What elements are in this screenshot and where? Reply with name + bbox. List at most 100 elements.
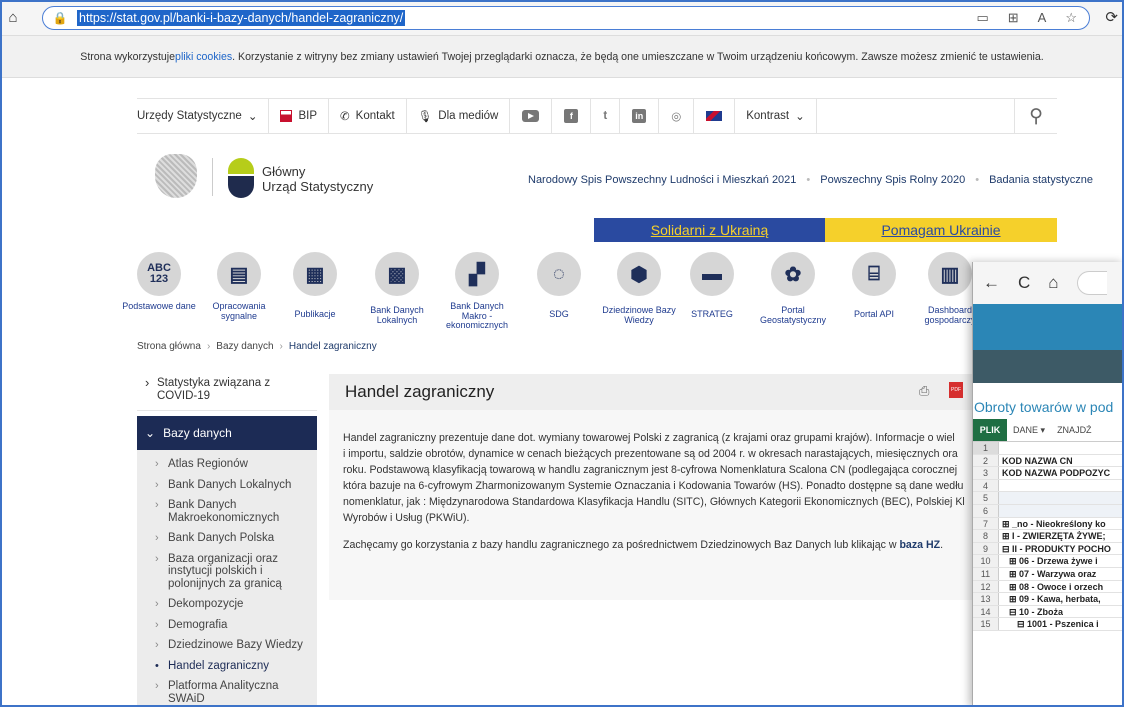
tile-dziedzinowe-bazy[interactable]: ⬢ Dziedzinowe Bazy Wiedzy <box>599 252 679 325</box>
eagle-emblem-icon[interactable] <box>155 154 197 198</box>
linkedin-link[interactable]: in <box>620 99 660 133</box>
header-link-nsp[interactable]: Narodowy Spis Powszechny Ludności i Mies… <box>528 174 796 186</box>
media-link[interactable]: 🎙 Dla mediów <box>407 99 511 133</box>
tile-opracowania-sygnalne[interactable]: ▤ Opracowania sygnalne <box>199 252 279 321</box>
header-link-badania[interactable]: Badania statystyczne <box>989 174 1093 186</box>
content-line: która bazuje na 6-cyfrowym Zharmonizowan… <box>343 480 964 492</box>
tile-portal-api[interactable]: ⌸ Portal API <box>834 252 914 320</box>
sidebar-item-atlas-regionow[interactable]: Atlas Regionów <box>137 454 317 475</box>
home-icon[interactable]: ⌂ <box>1048 273 1058 293</box>
table-row[interactable]: 11 ⊞ 07 - Warzywa oraz <box>973 567 1124 581</box>
table-row: 6 <box>973 504 1124 518</box>
pdf-icon[interactable]: PDF <box>949 382 963 398</box>
sidebar-item-bdm[interactable]: Bank Danych Makroekonomicznych <box>137 495 317 528</box>
hexagon-icon: ⬢ <box>617 252 661 296</box>
para2-text: Zachęcamy go korzystania z bazy handlu z… <box>343 539 900 551</box>
youtube-link[interactable] <box>510 99 553 133</box>
secondary-address-bar[interactable] <box>1076 271 1107 295</box>
urzedy-label: Urzędy Statystyczne <box>137 110 242 122</box>
print-icon[interactable]: ⎙ <box>919 383 929 399</box>
sidebar-item-baza-organizacji[interactable]: Baza organizacji oraz instytucji polskic… <box>137 549 317 595</box>
sidebar-item-demografia[interactable]: Demografia <box>137 615 317 636</box>
tile-strateg[interactable]: ▬ STRATEG <box>672 252 752 320</box>
instagram-icon: ◎ <box>671 111 682 123</box>
address-bar[interactable]: 🔒 https://stat.gov.pl/banki-i-bazy-danyc… <box>42 6 1090 30</box>
sidebar-section-bazy-danych[interactable]: ⌄ Bazy danych <box>137 416 317 450</box>
tile-bank-danych-lokalnych[interactable]: ▩ Bank Danych Lokalnych <box>357 252 437 325</box>
menu-znajdz[interactable]: ZNAJDŹ <box>1051 419 1098 441</box>
sidebar-item-bdp[interactable]: Bank Danych Polska <box>137 528 317 549</box>
menu-dane[interactable]: DANE ▾ <box>1007 419 1051 441</box>
menu-plik[interactable]: PLIK <box>973 419 1007 441</box>
tile-portal-geostatystyczny[interactable]: ✿ Portal Geostatystyczny <box>753 252 833 325</box>
tile-sdg[interactable]: ◌ SDG <box>519 252 599 320</box>
content-line: nomenklatur, jak : Międzynarodowa Standa… <box>343 496 965 508</box>
twitter-link[interactable]: t <box>591 99 621 133</box>
sidebar-item-dekompozycje[interactable]: Dekompozycje <box>137 594 317 615</box>
kontakt-label: Kontakt <box>355 110 395 122</box>
breadcrumb-bazy-danych[interactable]: Bazy danych <box>216 341 273 352</box>
spreadsheet-menu: PLIK DANE ▾ ZNAJDŹ <box>973 419 1124 441</box>
kontakt-link[interactable]: ✆ Kontakt <box>329 99 407 133</box>
home-icon[interactable]: ⌂ <box>2 9 24 26</box>
table-row[interactable]: 10 ⊞ 06 - Drzewa żywe i <box>973 555 1124 568</box>
search-button[interactable]: ⚲ <box>1014 99 1057 133</box>
breadcrumb-home[interactable]: Strona główna <box>137 341 201 352</box>
sidebar-item-handel-zagraniczny[interactable]: Handel zagraniczny <box>137 656 317 677</box>
table-row[interactable]: 2 KOD NAZWA CN <box>973 454 1124 468</box>
cookie-link[interactable]: pliki cookies <box>175 51 232 63</box>
abc-123-icon: ABC 123 <box>137 252 181 296</box>
table-row[interactable]: 8 ⊞ I - ZWIERZĘTA ŻYWE; <box>973 530 1124 543</box>
favorite-star-icon[interactable]: ☆ <box>1065 10 1077 26</box>
publication-icon: ▦ <box>293 252 337 296</box>
urzedy-dropdown[interactable]: Urzędy Statystyczne ⌄ <box>137 99 270 133</box>
linkedin-icon: in <box>632 109 647 123</box>
facebook-link[interactable]: f <box>552 99 592 133</box>
baza-hz-link[interactable]: baza HZ <box>899 539 940 551</box>
tab-view-icon[interactable]: ▭ <box>976 10 988 26</box>
table-row[interactable]: 15 ⊟ 1001 - Pszenica i <box>973 618 1124 631</box>
search-icon: ⚲ <box>1029 105 1043 127</box>
secondary-window[interactable]: ← C ⌂ Obroty towarów w pod PLIK DANE ▾ Z… <box>972 262 1124 707</box>
breadcrumb-separator: › <box>279 341 283 352</box>
bip-link[interactable]: BIP <box>269 99 330 133</box>
back-arrow-icon[interactable]: ← <box>983 273 1000 293</box>
table-row[interactable]: 13 ⊞ 09 - Kawa, herbata, <box>973 593 1124 606</box>
instagram-link[interactable]: ◎ <box>659 99 695 133</box>
lock-icon[interactable]: 🔒 <box>43 11 77 25</box>
bar-chart-icon: ▥ <box>928 252 972 296</box>
apps-icon[interactable]: ⊞ <box>1008 10 1019 26</box>
logo-divider <box>212 158 213 196</box>
sidebar-item-swaid[interactable]: Platforma Analityczna SWAiD <box>137 676 317 707</box>
solidarni-ukraina-link[interactable]: Solidarni z Ukrainą <box>594 218 825 242</box>
secondary-nav: ← C ⌂ <box>973 262 1124 304</box>
english-language-link[interactable] <box>694 99 736 133</box>
extension-icon[interactable]: ⟳ <box>1105 8 1118 26</box>
header-link-psr[interactable]: Powszechny Spis Rolny 2020 <box>820 174 965 186</box>
kontrast-dropdown[interactable]: Kontrast ⌄ <box>735 99 817 133</box>
table-row[interactable]: 14 ⊟ 10 - Zboża <box>973 605 1124 619</box>
browser-toolbar: ⌂ 🔒 https://stat.gov.pl/banki-i-bazy-dan… <box>0 0 1124 36</box>
url-text[interactable]: https://stat.gov.pl/banki-i-bazy-danych/… <box>77 10 406 26</box>
table-row[interactable]: 3 KOD NAZWA PODPOZYC <box>973 467 1124 480</box>
tile-podstawowe-dane[interactable]: ABC 123 Podstawowe dane <box>119 252 199 312</box>
refresh-icon[interactable]: C <box>1018 273 1030 293</box>
sidebar-item-covid[interactable]: Statystyka związana z COVID-19 <box>137 371 317 411</box>
tile-publikacje[interactable]: ▦ Publikacje <box>275 252 355 320</box>
pomagam-ukrainie-link[interactable]: Pomagam Ukrainie <box>825 218 1057 242</box>
service-tiles: ABC 123 Podstawowe dane ▤ Opracowania syg… <box>122 252 1057 332</box>
table-row[interactable]: 9 ⊟ II - PRODUKTY POCHO <box>973 542 1124 556</box>
read-aloud-icon[interactable]: A <box>1038 10 1047 26</box>
page-title: Handel zagraniczny <box>345 382 495 401</box>
table-row[interactable]: 12 ⊞ 08 - Owoce i orzech <box>973 580 1124 594</box>
sidebar-item-bdl[interactable]: Bank Danych Lokalnych <box>137 475 317 496</box>
table-row[interactable]: 7 ⊞ _no - Nieokreślony ko <box>973 517 1124 531</box>
header-links: Narodowy Spis Powszechny Ludności i Mies… <box>528 174 1093 186</box>
gus-logo-icon[interactable] <box>228 158 254 198</box>
tile-bank-danych-makro[interactable]: ▞ Bank Danych Makro - ekonomicznych <box>437 252 517 331</box>
sidebar-item-dziedzinowe-bazy[interactable]: Dziedzinowe Bazy Wiedzy <box>137 635 317 656</box>
bip-label: BIP <box>298 110 318 122</box>
cookie-text-end: . Korzystanie z witryny bez zmiany ustaw… <box>232 50 1044 63</box>
blocks-icon: ▞ <box>455 252 499 296</box>
gus-logo-text[interactable]: Główny Urząd Statystyczny <box>262 164 373 194</box>
